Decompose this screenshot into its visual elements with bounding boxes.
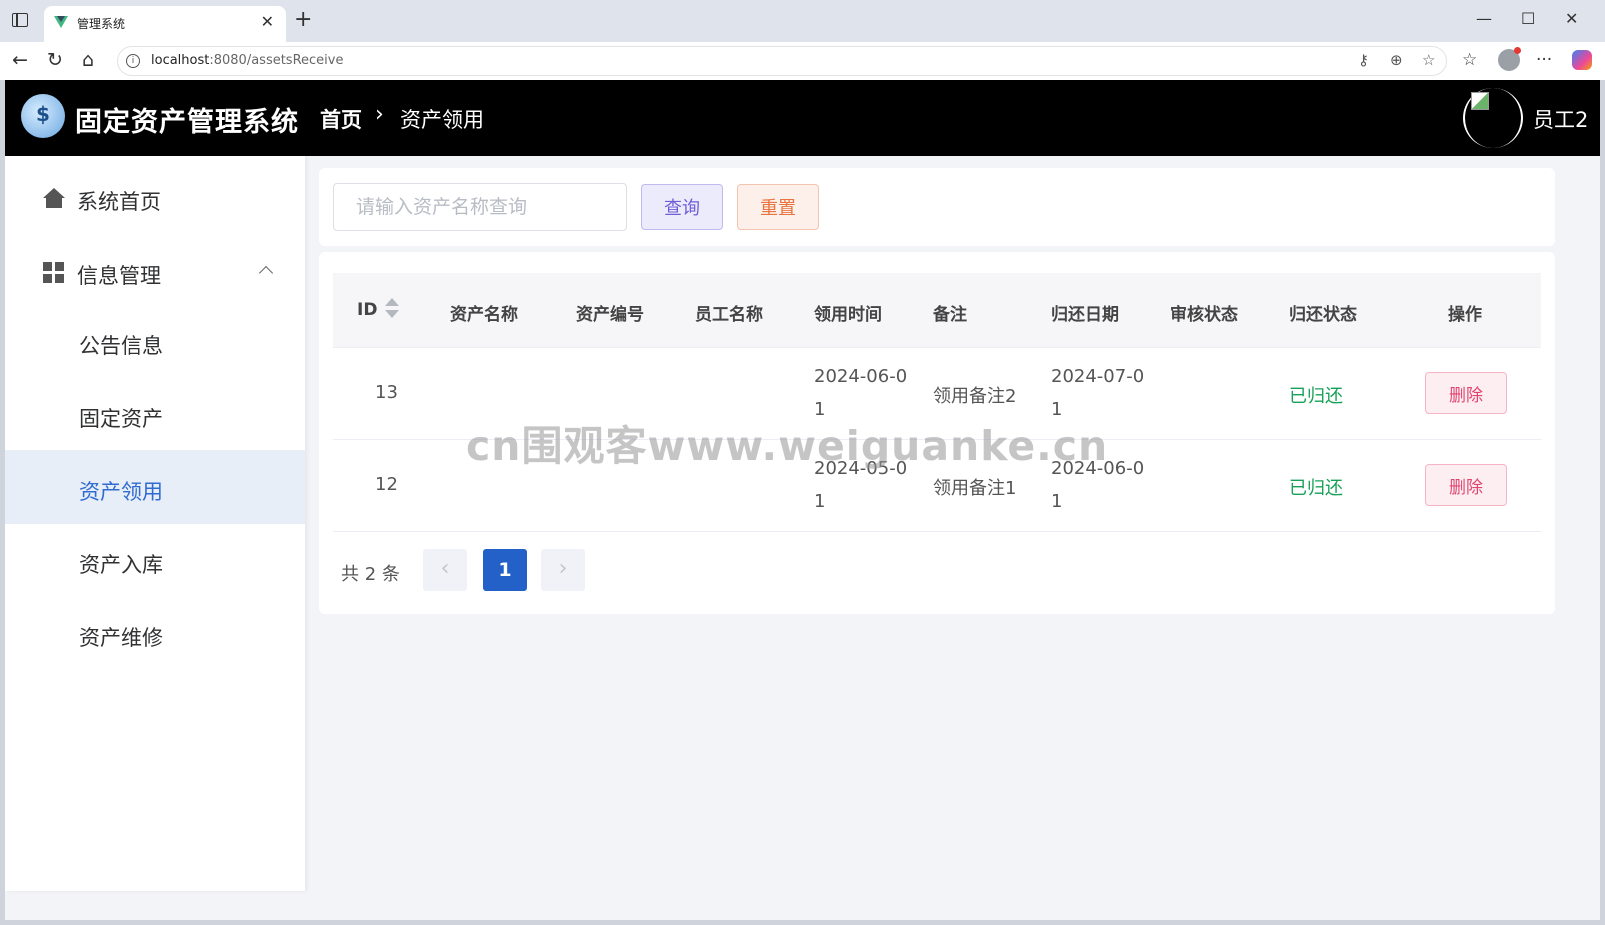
- search-input[interactable]: [333, 183, 627, 231]
- favorites-icon[interactable]: ☆: [1462, 50, 1477, 70]
- column-header-audit-status: 审核状态: [1170, 305, 1238, 325]
- app-header: $ 固定资产管理系统 首页 › 资产领用 员工2: [5, 80, 1600, 156]
- window-menu-icon[interactable]: [12, 13, 28, 27]
- sidebar-item-label: 信息管理: [77, 264, 161, 288]
- delete-button[interactable]: 删除: [1425, 464, 1507, 506]
- cell-remark: 领用备注2: [933, 386, 1017, 407]
- reset-button[interactable]: 重置: [737, 184, 819, 230]
- breadcrumb-current: 资产领用: [400, 108, 484, 132]
- sidebar-item-label: 资产入库: [79, 553, 163, 577]
- user-name[interactable]: 员工2: [1533, 104, 1588, 134]
- column-header-id[interactable]: ID: [357, 300, 377, 320]
- cell-remark: 领用备注1: [933, 478, 1017, 499]
- chevron-up-icon: [258, 265, 274, 281]
- watermark: cn围观客www.weiguanke.cn: [466, 422, 1109, 470]
- url-text: localhost:8080/assetsReceive: [151, 53, 344, 68]
- column-header-asset-name: 资产名称: [450, 305, 518, 325]
- broken-image-icon: [1471, 92, 1489, 110]
- sidebar-item-label: 固定资产: [79, 407, 163, 431]
- minimize-icon[interactable]: —: [1476, 9, 1492, 28]
- search-panel: 查询 重置: [319, 168, 1555, 246]
- home-browser-icon[interactable]: ⌂: [82, 49, 94, 71]
- grid-icon: [43, 262, 65, 283]
- column-header-return-status: 归还状态: [1289, 305, 1357, 325]
- app-title: 固定资产管理系统: [75, 107, 299, 138]
- sidebar-item-asset-repair[interactable]: 资产维修: [5, 596, 305, 670]
- notification-dot: [1514, 47, 1521, 54]
- sidebar-item-label: 资产领用: [79, 480, 163, 504]
- return-status-badge: 已归还: [1289, 478, 1343, 499]
- sidebar-item-label: 系统首页: [77, 190, 161, 214]
- return-status-badge: 已归还: [1289, 386, 1343, 407]
- table-header: ID 资产名称 资产编号 员工名称 领用时间 备注 归还日期 审核状态 归还状态…: [333, 273, 1541, 348]
- sidebar-item-label: 公告信息: [79, 334, 163, 358]
- site-info-icon[interactable]: i: [126, 54, 140, 68]
- cell-id: 13: [375, 382, 398, 403]
- browser-tabbar: 管理系统 ✕ + — ☐ ✕: [0, 0, 1605, 42]
- maximize-icon[interactable]: ☐: [1521, 9, 1535, 28]
- zoom-icon[interactable]: ⊕: [1390, 51, 1403, 69]
- address-bar: ← ↻ ⌂ i localhost:8080/assetsReceive ⚷ ⊕…: [0, 42, 1605, 80]
- sort-caret-icon[interactable]: [385, 298, 399, 320]
- close-window-icon[interactable]: ✕: [1565, 9, 1578, 28]
- sidebar-item-asset-receive[interactable]: 资产领用: [5, 450, 305, 524]
- column-header-action: 操作: [1448, 305, 1482, 325]
- vue-favicon-icon: [54, 15, 68, 29]
- breadcrumb-home[interactable]: 首页: [320, 104, 362, 134]
- sidebar-item-announcements[interactable]: 公告信息: [5, 304, 305, 378]
- next-page-icon[interactable]: ›: [541, 549, 585, 591]
- user-avatar[interactable]: [1463, 88, 1523, 148]
- back-icon[interactable]: ←: [12, 49, 28, 71]
- copilot-icon[interactable]: [1572, 50, 1592, 70]
- sidebar-item-fixed-assets[interactable]: 固定资产: [5, 377, 305, 451]
- url-field[interactable]: i localhost:8080/assetsReceive ⚷ ⊕ ☆: [117, 46, 1447, 76]
- pagination-total: 共 2 条: [341, 564, 400, 585]
- sidebar-item-label: 资产维修: [79, 626, 163, 650]
- query-button[interactable]: 查询: [641, 184, 723, 230]
- prev-page-icon[interactable]: ‹: [423, 549, 467, 591]
- tab-title: 管理系统: [77, 17, 126, 31]
- app-root: $ 固定资产管理系统 首页 › 资产领用 员工2 系统首页 信息管理 公告信息 …: [5, 80, 1600, 920]
- column-header-remark: 备注: [933, 305, 967, 325]
- sidebar-item-home[interactable]: 系统首页: [5, 160, 305, 234]
- logo-glyph: $: [36, 102, 50, 126]
- column-header-employee: 员工名称: [695, 305, 763, 325]
- favorite-star-icon[interactable]: ☆: [1422, 51, 1435, 69]
- key-icon[interactable]: ⚷: [1358, 51, 1369, 69]
- delete-button[interactable]: 删除: [1425, 372, 1507, 414]
- sidebar-item-info-management[interactable]: 信息管理: [5, 234, 305, 308]
- pagination-page-1[interactable]: 1: [483, 549, 527, 591]
- browser-tab[interactable]: 管理系统 ✕: [44, 6, 286, 42]
- sidebar-item-asset-stock-in[interactable]: 资产入库: [5, 523, 305, 597]
- reload-icon[interactable]: ↻: [47, 49, 63, 71]
- more-icon[interactable]: ···: [1536, 50, 1552, 70]
- tab-close-icon[interactable]: ✕: [261, 12, 274, 31]
- column-header-asset-no: 资产编号: [576, 305, 644, 325]
- sidebar: 系统首页 信息管理 公告信息 固定资产 资产领用 资产入库 资产维修: [5, 156, 305, 891]
- breadcrumb-separator-icon: ›: [375, 102, 384, 127]
- home-icon: [43, 188, 65, 208]
- new-tab-icon[interactable]: +: [294, 7, 312, 32]
- cell-id: 12: [375, 474, 398, 495]
- column-header-receive-time: 领用时间: [814, 305, 882, 325]
- column-header-return-date: 归还日期: [1051, 305, 1119, 325]
